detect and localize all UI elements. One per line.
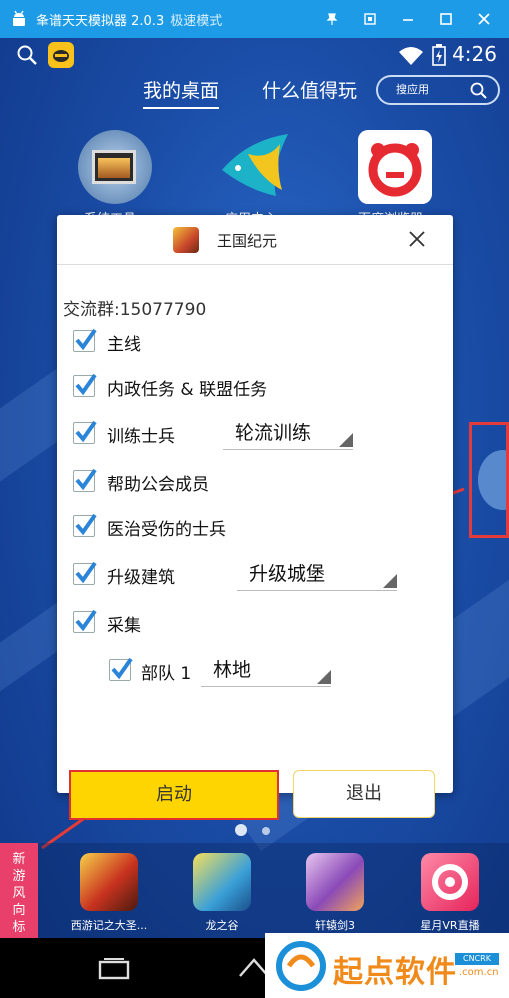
- checkbox-main-quest[interactable]: [73, 328, 97, 352]
- pin-icon[interactable]: [313, 0, 351, 38]
- speed-mode-label[interactable]: 极速模式: [170, 10, 222, 29]
- close-icon[interactable]: [405, 227, 429, 251]
- checkbox-troop-1[interactable]: [109, 657, 133, 681]
- upgrade-target-select[interactable]: 升级城堡: [237, 557, 397, 591]
- dropdown-arrow-icon: [339, 433, 353, 447]
- new-game-tab[interactable]: 新游风向标: [0, 843, 38, 938]
- option-label: 医治受伤的士兵: [107, 520, 226, 540]
- checkbox-gather[interactable]: [73, 609, 97, 633]
- close-icon[interactable]: [465, 0, 503, 38]
- exit-button[interactable]: 退出: [293, 770, 435, 818]
- gather-resource-select[interactable]: 林地: [201, 653, 331, 687]
- dock-app-dragon-nest[interactable]: [193, 853, 251, 911]
- dialog-header: 王国纪元: [57, 215, 453, 265]
- option-label: 帮助公会成员: [107, 475, 209, 495]
- watermark-logo-icon: [276, 941, 326, 991]
- group-id-text: 交流群:15077790: [63, 300, 207, 320]
- dock-app-label: 星月VR直播: [420, 919, 480, 932]
- checkbox-upgrade-building[interactable]: [73, 561, 97, 585]
- script-settings-dialog: 王国纪元 交流群:15077790 主线 内政任务 & 联盟任务 训练士兵 轮流…: [57, 215, 453, 820]
- dock-app-xingyue-vr[interactable]: [421, 853, 479, 911]
- dock-app-xuanyuan-sword[interactable]: [306, 853, 364, 911]
- watermark-text: 起点软件: [333, 955, 457, 990]
- game-icon: [173, 227, 199, 253]
- game-dock: 新游风向标 西游记之大圣... 龙之谷 轩辕剑3 星月VR直播: [0, 843, 509, 938]
- select-value: 升级城堡: [249, 563, 326, 585]
- select-value: 林地: [213, 659, 252, 681]
- dock-app-label: 西游记之大圣...: [70, 919, 148, 932]
- checkbox-train-soldiers[interactable]: [73, 420, 97, 444]
- watermark-suffix: .com.cn: [459, 967, 499, 978]
- dock-app-label: 轩辕剑3: [315, 919, 355, 932]
- option-label: 采集: [107, 616, 141, 636]
- option-label: 部队 1: [141, 664, 192, 684]
- option-label: 内政任务 & 联盟任务: [107, 380, 268, 400]
- page-indicator-active: [235, 824, 247, 836]
- restore-icon[interactable]: [351, 0, 389, 38]
- new-game-label: 新游风向标: [12, 852, 26, 935]
- site-watermark: 起点软件 CNCRK .com.cn: [265, 933, 509, 998]
- dropdown-arrow-icon: [317, 670, 331, 684]
- checkbox-domestic-alliance[interactable]: [73, 373, 97, 397]
- dialog-title: 王国纪元: [217, 232, 278, 250]
- option-label: 训练士兵: [107, 427, 175, 447]
- android-screen: 4:26 我的桌面 什么值得玩 搜应用 系统工具 应用中心 百度浏览器: [0, 38, 509, 998]
- maximize-icon[interactable]: [427, 0, 465, 38]
- option-label: 主线: [107, 335, 141, 355]
- window-title: 夆谱天天模拟器 2.0.3: [36, 13, 165, 29]
- option-label: 升级建筑: [107, 568, 175, 588]
- train-mode-select[interactable]: 轮流训练: [223, 416, 353, 450]
- start-button[interactable]: 启动: [69, 770, 279, 820]
- watermark-badge: CNCRK: [455, 953, 499, 965]
- dock-app-label: 龙之谷: [205, 919, 239, 932]
- page-indicator: [262, 827, 270, 835]
- recent-apps-icon[interactable]: [96, 958, 132, 982]
- dock-app-journey-west[interactable]: [80, 853, 138, 911]
- select-value: 轮流训练: [235, 422, 312, 444]
- minimize-icon[interactable]: [389, 0, 427, 38]
- checkbox-help-guild[interactable]: [73, 468, 97, 492]
- dropdown-arrow-icon: [383, 574, 397, 588]
- android-icon: [13, 10, 25, 26]
- checkbox-heal-soldiers[interactable]: [73, 513, 97, 537]
- window-titlebar: 夆谱天天模拟器 2.0.3 极速模式: [0, 0, 509, 38]
